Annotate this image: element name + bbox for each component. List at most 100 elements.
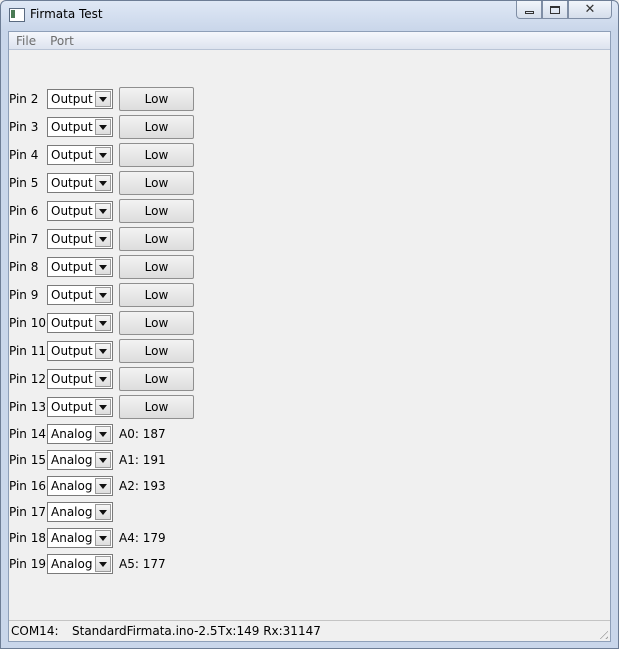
status-firmware: StandardFirmata.ino-2.5 [72,624,218,638]
pin-row: Pin 9 Output Low [9,283,194,307]
pin-toggle-button[interactable]: Low [119,199,194,223]
close-button[interactable]: ✕ [568,1,612,19]
pin-mode-value: Output [51,148,93,162]
pin-label: Pin 16 [9,479,46,493]
pin-row: Pin 16 Analog A2: 193 [9,475,166,497]
pin-toggle-button[interactable]: Low [119,395,194,419]
pin-toggle-button[interactable]: Low [119,367,194,391]
pin-row: Pin 15 Analog A1: 191 [9,449,166,471]
pin-mode-value: Analog [51,505,93,519]
pin-mode-select[interactable]: Output [47,229,113,249]
pin-mode-select[interactable]: Analog [47,554,113,574]
analog-reading: A2: 193 [119,479,166,493]
pin-mode-select[interactable]: Output [47,397,113,417]
chevron-down-icon[interactable] [95,426,111,442]
pin-mode-value: Analog [51,557,93,571]
pin-label: Pin 18 [9,531,46,545]
chevron-down-icon[interactable] [95,203,111,219]
pin-toggle-button[interactable]: Low [119,227,194,251]
chevron-down-icon[interactable] [95,175,111,191]
pin-toggle-button[interactable]: Low [119,255,194,279]
pin-row: Pin 14 Analog A0: 187 [9,423,166,445]
chevron-down-icon[interactable] [95,371,111,387]
chevron-down-icon[interactable] [95,147,111,163]
chevron-down-icon[interactable] [95,91,111,107]
pin-label: Pin 10 [9,316,46,330]
pin-row: Pin 11 Output Low [9,339,194,363]
pin-mode-select[interactable]: Output [47,285,113,305]
pin-toggle-button[interactable]: Low [119,171,194,195]
pin-toggle-button[interactable]: Low [119,143,194,167]
window-title: Firmata Test [30,7,103,21]
pin-label: Pin 2 [9,92,39,106]
pin-mode-select[interactable]: Analog [47,528,113,548]
resize-grip[interactable] [596,627,608,639]
pin-label: Pin 5 [9,176,39,190]
app-window: Firmata Test ✕ File Port Pin 2 Output Low P… [0,0,619,649]
pin-toggle-button[interactable]: Low [119,339,194,363]
minimize-icon [524,10,534,14]
analog-reading: A0: 187 [119,427,166,441]
pin-mode-select[interactable]: Analog [47,424,113,444]
pin-mode-select[interactable]: Output [47,201,113,221]
pin-row: Pin 7 Output Low [9,227,194,251]
chevron-down-icon[interactable] [95,478,111,494]
pin-mode-value: Output [51,92,93,106]
pin-label: Pin 8 [9,260,39,274]
chevron-down-icon[interactable] [95,399,111,415]
pin-toggle-button[interactable]: Low [119,283,194,307]
minimize-button[interactable] [516,1,542,19]
chevron-down-icon[interactable] [95,504,111,520]
pin-mode-select[interactable]: Output [47,173,113,193]
status-port: COM14: [11,624,59,638]
window-controls: ✕ [516,1,612,20]
chevron-down-icon[interactable] [95,119,111,135]
pin-mode-value: Output [51,288,93,302]
pin-mode-select[interactable]: Output [47,341,113,361]
pin-label: Pin 7 [9,232,39,246]
pin-mode-value: Output [51,204,93,218]
pin-toggle-button[interactable]: Low [119,115,194,139]
pin-mode-value: Output [51,176,93,190]
pin-mode-select[interactable]: Output [47,117,113,137]
chevron-down-icon[interactable] [95,343,111,359]
pin-mode-select[interactable]: Output [47,145,113,165]
pin-row: Pin 3 Output Low [9,115,194,139]
pin-mode-select[interactable]: Output [47,369,113,389]
chevron-down-icon[interactable] [95,530,111,546]
pin-label: Pin 13 [9,400,46,414]
chevron-down-icon[interactable] [95,287,111,303]
pin-toggle-button[interactable]: Low [119,311,194,335]
menu-file[interactable]: File [9,34,43,48]
app-icon[interactable] [9,8,25,22]
pin-label: Pin 4 [9,148,39,162]
pin-row: Pin 19 Analog A5: 177 [9,553,166,575]
chevron-down-icon[interactable] [95,556,111,572]
pin-row: Pin 8 Output Low [9,255,194,279]
pin-mode-value: Analog [51,453,93,467]
menu-bar: File Port [9,32,610,50]
chevron-down-icon[interactable] [95,452,111,468]
client-area: File Port Pin 2 Output Low Pin 3 Output Low Pi… [8,31,611,642]
pin-mode-select[interactable]: Output [47,313,113,333]
menu-port[interactable]: Port [43,34,81,48]
pin-toggle-button[interactable]: Low [119,87,194,111]
pin-mode-select[interactable]: Output [47,89,113,109]
title-bar[interactable]: Firmata Test ✕ [1,1,618,31]
pin-row: Pin 17 Analog [9,501,119,523]
chevron-down-icon[interactable] [95,315,111,331]
chevron-down-icon[interactable] [95,259,111,275]
chevron-down-icon[interactable] [95,231,111,247]
pin-mode-select[interactable]: Analog [47,476,113,496]
pin-row: Pin 13 Output Low [9,395,194,419]
maximize-icon [550,5,560,14]
maximize-button[interactable] [542,1,568,19]
pin-mode-value: Output [51,316,93,330]
status-bar: COM14: StandardFirmata.ino-2.5 Tx:149 Rx… [9,620,610,641]
pin-row: Pin 12 Output Low [9,367,194,391]
pin-mode-select[interactable]: Analog [47,450,113,470]
pin-mode-select[interactable]: Analog [47,502,113,522]
pin-mode-value: Output [51,260,93,274]
pin-label: Pin 3 [9,120,39,134]
pin-mode-select[interactable]: Output [47,257,113,277]
